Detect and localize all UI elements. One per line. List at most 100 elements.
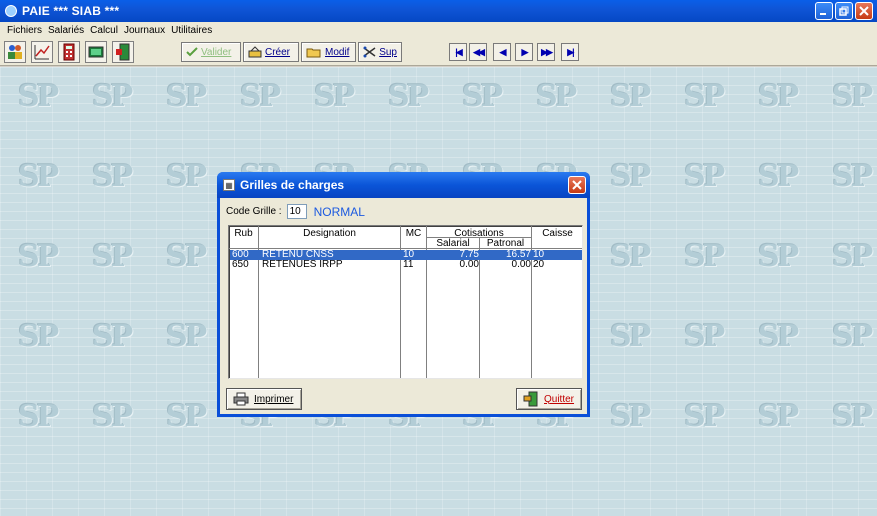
- restore-button[interactable]: [835, 2, 853, 20]
- column-divider: [479, 237, 480, 248]
- menu-fichiers[interactable]: Fichiers: [4, 25, 45, 36]
- watermark-logo: SP: [832, 319, 873, 354]
- watermark-logo: SP: [684, 79, 725, 114]
- delete-label: Sup: [379, 46, 397, 58]
- watermark-logo: SP: [610, 159, 651, 194]
- print-label: Imprimer: [254, 393, 294, 405]
- screen-icon: [88, 46, 104, 58]
- header-caisse[interactable]: Caisse: [532, 228, 583, 239]
- nav-previous-button[interactable]: ◀: [493, 43, 511, 61]
- dialog-title: Grilles de charges: [240, 178, 345, 192]
- watermark-logo: SP: [832, 399, 873, 434]
- cell-caisse: 10: [533, 250, 545, 260]
- create-button[interactable]: Créer: [243, 42, 299, 62]
- watermark-logo: SP: [166, 79, 207, 114]
- close-button[interactable]: [855, 2, 873, 20]
- watermark-logo: SP: [832, 239, 873, 274]
- watermark-logo: SP: [684, 399, 725, 434]
- watermark-logo: SP: [684, 159, 725, 194]
- employees-icon: [8, 45, 22, 59]
- modify-button[interactable]: Modif: [301, 42, 356, 62]
- nav-next-page-button[interactable]: ▶▶: [537, 43, 555, 61]
- watermark-logo: SP: [166, 399, 207, 434]
- watermark-logo: SP: [92, 319, 133, 354]
- previous-icon: ◀: [499, 46, 507, 57]
- watermark-logo: SP: [758, 399, 799, 434]
- delete-button[interactable]: Sup: [358, 42, 402, 62]
- watermark-logo: SP: [92, 239, 133, 274]
- code-grille-input[interactable]: 10: [286, 204, 307, 219]
- toolbar: Valider Créer Modif Sup |◀ ◀◀ ◀ ▶ ▶▶ ▶|: [0, 38, 877, 66]
- window-controls: [815, 2, 873, 20]
- watermark-logo: SP: [18, 79, 59, 114]
- cell-designation: RETENU CNSS: [262, 250, 334, 260]
- create-label: Créer: [265, 46, 291, 58]
- fast-forward-icon: ▶▶: [541, 46, 553, 57]
- nav-next-button[interactable]: ▶: [515, 43, 533, 61]
- nav-first-button[interactable]: |◀: [449, 43, 467, 61]
- cell-patronal: 16.57: [505, 250, 531, 260]
- screen-button[interactable]: [85, 41, 107, 63]
- printer-icon: [233, 392, 249, 406]
- validate-label: Valider: [201, 46, 232, 58]
- menu-calcul[interactable]: Calcul: [87, 25, 121, 36]
- header-bottom-line: [229, 248, 582, 249]
- cell-designation: RETENUES IRPP: [262, 260, 343, 270]
- create-icon: [248, 46, 262, 58]
- table-row[interactable]: 650 RETENUES IRPP 11 0.00 0.00 20: [230, 260, 582, 270]
- table-row[interactable]: 600 RETENU CNSS 10 7.75 16.57 10: [230, 250, 582, 260]
- menu-utilitaires[interactable]: Utilitaires: [168, 25, 215, 36]
- watermark-logo: SP: [684, 239, 725, 274]
- watermark-logo: SP: [536, 79, 577, 114]
- watermark-logo: SP: [758, 159, 799, 194]
- watermark-logo: SP: [18, 159, 59, 194]
- cell-mc: 10: [403, 250, 415, 260]
- watermark-logo: SP: [92, 399, 133, 434]
- watermark-logo: SP: [610, 319, 651, 354]
- chart-button[interactable]: [31, 41, 53, 63]
- watermark-logo: SP: [240, 79, 281, 114]
- validate-button[interactable]: Valider: [181, 42, 241, 62]
- header-mc[interactable]: MC: [401, 228, 426, 239]
- dialog-close-button[interactable]: [568, 176, 586, 194]
- exit-button[interactable]: [112, 41, 134, 63]
- restore-icon: [839, 6, 849, 16]
- menu-bar: Fichiers Salariés Calcul Journaux Utilit…: [0, 22, 877, 38]
- calculator-button[interactable]: [58, 41, 80, 63]
- exit-door-icon: [116, 43, 130, 61]
- code-grille-label: Code Grille :: [226, 206, 282, 217]
- employees-button[interactable]: [4, 41, 26, 63]
- app-title-bar: PAIE *** SIAB ***: [0, 0, 877, 22]
- watermark-logo: SP: [758, 79, 799, 114]
- watermark-logo: SP: [18, 319, 59, 354]
- app-icon: [4, 4, 18, 18]
- next-icon: ▶: [521, 46, 529, 57]
- minimize-button[interactable]: [815, 2, 833, 20]
- watermark-logo: SP: [92, 159, 133, 194]
- nav-previous-page-button[interactable]: ◀◀: [469, 43, 487, 61]
- cell-rub: 650: [232, 260, 249, 270]
- first-record-icon: |◀: [455, 46, 463, 57]
- rewind-icon: ◀◀: [473, 46, 485, 57]
- cell-caisse: 20: [533, 260, 545, 270]
- cell-mc: 11: [403, 260, 414, 270]
- menu-journaux[interactable]: Journaux: [121, 25, 168, 36]
- watermark-logo: SP: [166, 159, 207, 194]
- watermark-logo: SP: [610, 79, 651, 114]
- watermark-logo: SP: [832, 79, 873, 114]
- cell-salarial: 7.75: [459, 250, 479, 260]
- print-button[interactable]: Imprimer: [226, 388, 302, 410]
- quit-button[interactable]: Quitter: [516, 388, 582, 410]
- watermark-logo: SP: [18, 239, 59, 274]
- cell-salarial: 0.00: [459, 260, 479, 270]
- close-icon: [859, 6, 869, 16]
- watermark-logo: SP: [92, 79, 133, 114]
- header-designation[interactable]: Designation: [259, 228, 400, 239]
- quit-label: Quitter: [544, 393, 575, 405]
- checkmark-icon: [186, 47, 198, 57]
- header-rub[interactable]: Rub: [229, 228, 258, 239]
- watermark-logo: SP: [758, 239, 799, 274]
- menu-salaries[interactable]: Salariés: [45, 25, 87, 36]
- nav-last-button[interactable]: ▶|: [561, 43, 579, 61]
- code-grille-name: NORMAL: [313, 204, 365, 219]
